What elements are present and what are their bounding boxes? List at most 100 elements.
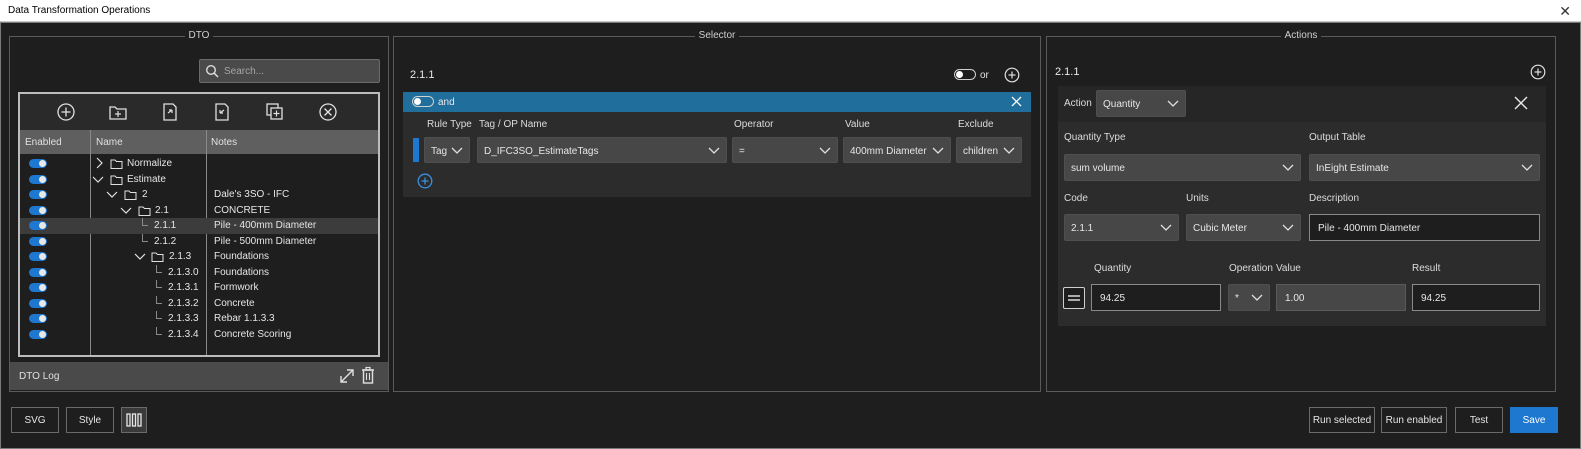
tree-row[interactable]: 2.1.3.4 Concrete Scoring bbox=[20, 326, 378, 343]
duplicate-icon[interactable] bbox=[263, 100, 287, 124]
rule-type-header: Rule Type bbox=[427, 119, 472, 130]
tag-dropdown[interactable]: D_IFC3SO_EstimateTags bbox=[477, 137, 727, 163]
window-close-button[interactable]: ✕ bbox=[1559, 3, 1571, 20]
add-folder-icon[interactable] bbox=[106, 100, 130, 124]
value-dropdown[interactable]: 400mm Diameter bbox=[843, 137, 951, 163]
window-titlebar: Data Transformation Operations ✕ bbox=[0, 0, 1581, 22]
tree-row[interactable]: 2.1 CONCRETE bbox=[20, 203, 378, 219]
dto-search-box[interactable] bbox=[199, 59, 380, 83]
style-button[interactable]: Style bbox=[66, 407, 114, 433]
tree-row-notes: Dale's 3SO - IFC bbox=[214, 189, 290, 200]
run-enabled-button[interactable]: Run enabled bbox=[1381, 407, 1447, 433]
tree-row-name: Normalize bbox=[127, 158, 173, 169]
value-field[interactable]: 1.00 bbox=[1276, 284, 1406, 311]
quantity-label: Quantity bbox=[1094, 263, 1132, 274]
selector-panel-title: Selector bbox=[694, 30, 740, 41]
column-header-name[interactable]: Name bbox=[96, 137, 123, 148]
tree-row[interactable]: 2 Dale's 3SO - IFC bbox=[20, 187, 378, 203]
operation-dropdown[interactable]: * bbox=[1228, 284, 1270, 311]
selector-current-id: 2.1.1 bbox=[410, 69, 435, 81]
tree-row[interactable]: 2.1.3 Foundations bbox=[20, 249, 378, 265]
enabled-toggle[interactable] bbox=[29, 236, 47, 246]
action-card: Action Quantity Quantity Type Output Tab… bbox=[1058, 86, 1546, 326]
tree-row-notes: Pile - 400mm Diameter bbox=[214, 220, 317, 231]
svg-button[interactable]: SVG bbox=[11, 407, 59, 433]
tree-row[interactable]: 2.1.3.2 Concrete bbox=[20, 295, 378, 312]
add-action-icon[interactable] bbox=[1530, 64, 1546, 83]
trash-icon[interactable] bbox=[360, 366, 376, 388]
units-dropdown[interactable]: Cubic Meter bbox=[1186, 214, 1301, 241]
tree-row-notes: Concrete bbox=[214, 297, 255, 309]
and-toggle[interactable] bbox=[412, 96, 434, 107]
chevron-down-icon[interactable] bbox=[106, 189, 118, 202]
tree-row[interactable]: 2.1.3.1 Formwork bbox=[20, 280, 378, 296]
quantity-field[interactable]: 94.25 bbox=[1091, 284, 1221, 311]
enabled-toggle[interactable] bbox=[29, 267, 47, 277]
close-group-icon[interactable] bbox=[1011, 96, 1022, 110]
code-dropdown[interactable]: 2.1.1 bbox=[1064, 214, 1179, 241]
chevron-down-icon[interactable] bbox=[120, 205, 132, 218]
tree-row[interactable]: 2.1.3.0 Foundations bbox=[20, 264, 378, 281]
output-table-label: Output Table bbox=[1309, 132, 1366, 143]
column-header-notes[interactable]: Notes bbox=[211, 137, 237, 148]
enabled-toggle[interactable] bbox=[29, 298, 47, 308]
tree-row[interactable]: Normalize bbox=[20, 156, 378, 172]
run-selected-button[interactable]: Run selected bbox=[1309, 407, 1375, 433]
folder-icon bbox=[110, 174, 123, 188]
enabled-toggle[interactable] bbox=[29, 159, 47, 168]
tree-row-selected[interactable]: 2.1.1 Pile - 400mm Diameter bbox=[20, 218, 378, 234]
close-action-icon[interactable] bbox=[1514, 96, 1528, 113]
enabled-toggle[interactable] bbox=[29, 314, 47, 323]
export-document-icon[interactable] bbox=[158, 100, 182, 124]
window-title: Data Transformation Operations bbox=[8, 5, 151, 16]
test-button[interactable]: Test bbox=[1455, 407, 1503, 433]
add-rule-icon[interactable] bbox=[417, 173, 433, 192]
tree-row-notes: Rebar 1.1.3.3 bbox=[214, 313, 275, 324]
add-circle-icon[interactable] bbox=[54, 100, 78, 124]
dto-search-input[interactable] bbox=[224, 63, 374, 79]
tree-row-notes: Foundations bbox=[214, 266, 270, 278]
value-header: Value bbox=[845, 119, 870, 130]
enabled-toggle[interactable] bbox=[29, 174, 47, 184]
or-toggle[interactable] bbox=[954, 69, 976, 80]
tree-row[interactable]: 2.1.2 Pile - 500mm Diameter bbox=[20, 233, 378, 250]
chevron-right-icon[interactable] bbox=[94, 157, 104, 172]
chevron-down-icon[interactable] bbox=[92, 174, 104, 187]
enabled-toggle[interactable] bbox=[29, 252, 47, 261]
equals-icon[interactable] bbox=[1063, 287, 1085, 309]
dto-toolbar bbox=[20, 94, 378, 130]
enabled-toggle[interactable] bbox=[29, 329, 47, 339]
rule-type-dropdown[interactable]: Tag bbox=[424, 137, 470, 163]
enabled-toggle[interactable] bbox=[29, 283, 47, 292]
tree-row-notes: Concrete Scoring bbox=[214, 328, 292, 340]
enabled-toggle[interactable] bbox=[29, 205, 47, 215]
chevron-down-icon bbox=[1521, 162, 1533, 175]
columns-layout-icon[interactable] bbox=[121, 407, 147, 433]
tree-row[interactable]: Estimate bbox=[20, 172, 378, 188]
operator-dropdown[interactable]: = bbox=[732, 137, 838, 163]
enabled-toggle[interactable] bbox=[29, 190, 47, 199]
output-table-dropdown[interactable]: InEight Estimate bbox=[1309, 154, 1540, 181]
and-group-header: and bbox=[403, 92, 1031, 112]
enabled-toggle[interactable] bbox=[29, 221, 47, 230]
chevron-down-icon[interactable] bbox=[134, 251, 146, 264]
exclude-dropdown[interactable]: children bbox=[956, 137, 1022, 163]
chevron-down-icon bbox=[1160, 222, 1172, 235]
folder-icon bbox=[110, 158, 123, 172]
tree-row-notes: Pile - 500mm Diameter bbox=[214, 235, 317, 247]
add-group-icon[interactable] bbox=[1004, 67, 1020, 86]
save-button[interactable]: Save bbox=[1510, 407, 1558, 433]
description-label: Description bbox=[1309, 193, 1360, 204]
and-label: and bbox=[438, 97, 455, 108]
dto-log-bar: DTO Log bbox=[10, 362, 388, 390]
quantity-type-dropdown[interactable]: sum volume bbox=[1064, 154, 1301, 181]
action-type-dropdown[interactable]: Quantity bbox=[1096, 90, 1186, 117]
action-label: Action bbox=[1064, 98, 1092, 109]
delete-circle-icon[interactable] bbox=[316, 100, 340, 124]
description-field[interactable]: Pile - 400mm Diameter bbox=[1309, 214, 1540, 241]
dto-log-label: DTO Log bbox=[19, 371, 60, 382]
expand-icon[interactable] bbox=[338, 367, 356, 388]
tree-row[interactable]: 2.1.3.3 Rebar 1.1.3.3 bbox=[20, 311, 378, 327]
import-document-icon[interactable] bbox=[210, 100, 234, 124]
column-header-enabled[interactable]: Enabled bbox=[25, 137, 62, 148]
